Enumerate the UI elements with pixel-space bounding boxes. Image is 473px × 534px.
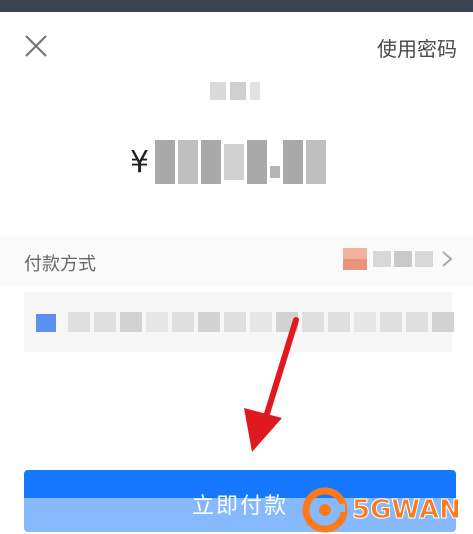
currency-symbol: ¥ [130, 144, 150, 180]
close-icon[interactable] [22, 32, 50, 60]
card-info-redacted [68, 312, 454, 332]
chevron-right-icon [442, 251, 453, 267]
watermark: 5GWAN [302, 486, 472, 534]
watermark-text: 5GWAN [352, 495, 462, 526]
payment-method-name-redacted [373, 251, 433, 267]
use-password-link[interactable]: 使用密码 [377, 33, 457, 62]
card-icon [36, 314, 56, 332]
watermark-logo-icon [302, 487, 348, 533]
status-bar [0, 0, 473, 12]
payment-card-option[interactable] [24, 292, 454, 352]
amount-value-redacted [155, 140, 327, 184]
payment-amount: ¥ [130, 132, 327, 192]
payment-method-icon [343, 248, 367, 270]
payment-method-selector[interactable] [343, 248, 455, 270]
merchant-name-redacted [210, 82, 260, 100]
payment-method-row[interactable]: 付款方式 [0, 236, 473, 286]
payment-method-label: 付款方式 [24, 254, 96, 275]
